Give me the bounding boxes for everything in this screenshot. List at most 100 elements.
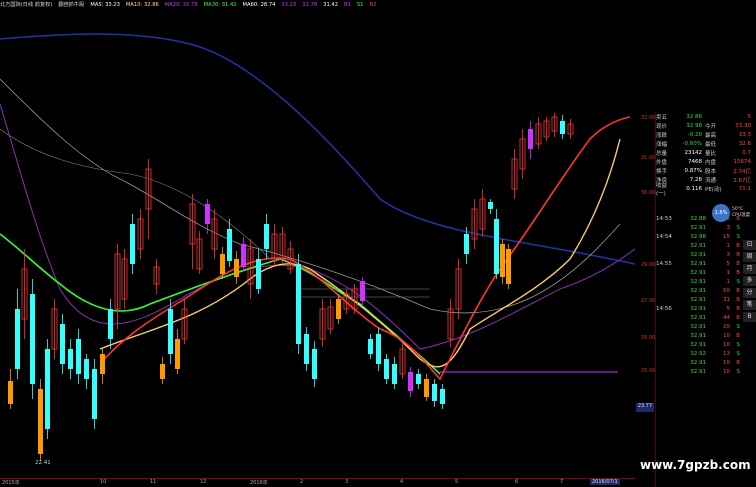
tick-volume: 15 [723,233,730,240]
candle-body [15,309,20,369]
tick-side: B [736,305,740,312]
candle-body [312,349,317,379]
candle-body [68,349,73,369]
quote-key-2: PE(动) [705,186,722,193]
quote-value: 23142 [684,149,703,156]
tick-row: 32.91 1 B [656,268,756,277]
tick-side: S [736,224,741,231]
quote-row: 外盘 7468 内盘 15674 [656,157,756,166]
tick-row: 32.91 10 B [656,358,756,367]
quote-value-2: 0.7 [742,149,751,156]
tick-volume: 1 [726,242,731,249]
low-price-label: 22.41 [35,460,51,466]
candle-body [336,299,341,319]
quote-value-2: 33.30 [735,122,751,129]
tool-button[interactable]: 周 [743,252,756,262]
tick-side: B [736,314,740,321]
tick-volume: 13 [723,350,730,357]
quote-value-2: 71.1 [738,185,751,192]
quote-key-2: 流通 [705,177,717,184]
tick-price: 32.91 [690,368,706,375]
tick-row: 14:56 32.91 5 B [656,304,756,313]
quote-row: 总量 23142 量比 0.7 [656,148,756,157]
date-tick-label: 12 [200,479,207,485]
price-tick-label: 27.00 [641,298,656,304]
tick-row: 32.91 20 S [656,322,756,331]
tick-price: 32.91 [690,224,706,231]
tick-volume: 44 [723,314,730,321]
tick-volume: 10 [723,341,730,348]
extra-value-2: 32.78 [302,1,318,8]
tool-button[interactable]: 日 [743,240,756,250]
tool-button[interactable]: 分 [743,288,756,298]
tick-row: 32.91 1 S [656,277,756,286]
candle-body [494,219,499,274]
tick-volume: 3 [726,251,731,258]
tick-side: B [736,242,740,249]
price-tick-label: 31.00 [641,155,656,161]
quote-value-2: 15674 [733,158,752,165]
quote-row: 现价 32.98 今开 33.30 [656,121,756,130]
candle-body [376,334,381,364]
ma10-value: MA10: 32.86 [125,1,159,8]
candle-body [360,281,365,301]
candle-body [92,369,97,419]
quote-value: 7468 [688,158,702,165]
tool-button[interactable]: 多 [743,276,756,286]
candlestick-chart[interactable]: 22.41 [0,9,635,478]
candle-body [506,249,511,284]
quote-value: 0.116 [686,185,702,192]
extra-value-4: B1 [344,1,351,8]
quote-key-2: 最高 [705,132,717,139]
quote-key: 总量 [656,150,668,157]
cpu-widget[interactable]: 1.8% 50°C CPU温度 [712,204,756,222]
quote-value: -0.20 [687,131,702,138]
quote-value: 7.28 [689,176,702,183]
tool-button[interactable]: 笔 [743,300,756,310]
tick-row: 32.91 50 B [656,286,756,295]
candle-body [227,229,232,261]
indicator-bar: 北方国际(日线 前复权) 翻倍抓牛股 MA5: 33.23 MA10: 32.8… [0,0,640,9]
tick-time: 14:54 [656,233,672,240]
tick-side: B [736,296,740,303]
candle-body [264,224,269,249]
quote-value-2: 2.67亿 [733,177,751,184]
candle-body [464,234,469,254]
tick-time: 14:55 [656,260,672,267]
candle-body [76,339,81,374]
date-tick-label: 11 [150,479,157,485]
tick-side: B [736,260,740,267]
quote-value-2: 2.74亿 [733,168,751,175]
price-tick-label: 25.00 [641,368,656,374]
tick-price: 32.91 [690,296,706,303]
stock-title[interactable]: 北方国际(日线 前复权) [0,1,52,8]
tick-volume: 5 [726,305,731,312]
ma20-value: MA20: 32.78 [164,1,198,8]
tick-time: 14:53 [656,215,672,222]
candle-body [368,339,373,354]
quote-row: 卖五 32.86 5 [656,112,756,121]
candle-body [384,359,389,379]
candle-body [560,121,565,134]
tick-volume: 5 [726,260,731,267]
quote-row: 收益(一) 0.116 PE(动) 71.1 [656,183,756,197]
quote-key-2: 内盘 [705,159,717,166]
indicator-name[interactable]: 翻倍抓牛股 [58,1,84,8]
tick-price: 32.92 [690,350,706,357]
quote-value: 32.98 [686,122,702,129]
tool-button[interactable]: B [743,312,756,322]
candle-body [241,244,246,267]
quote-panel: 卖五 32.86 5 现价 32.98 今开 33.30 涨跌 -0.20 最高 33.3 涨幅 -0.… [655,112,756,487]
candle-body [408,372,413,391]
price-tick-label: 32.00 [641,115,656,121]
candle-body [416,374,421,384]
quote-value-2: 5 [747,113,752,120]
ma60-line [0,33,635,265]
tool-button[interactable]: 月 [743,264,756,274]
quote-key-2: 股本 [705,168,717,175]
quote-key: 现价 [656,123,668,130]
quote-row: 涨幅 -0.60% 最低 32.6 [656,139,756,148]
candle-body [205,204,210,224]
candle-body [160,364,165,379]
chart-canvas[interactable]: 22.41 [0,9,635,478]
